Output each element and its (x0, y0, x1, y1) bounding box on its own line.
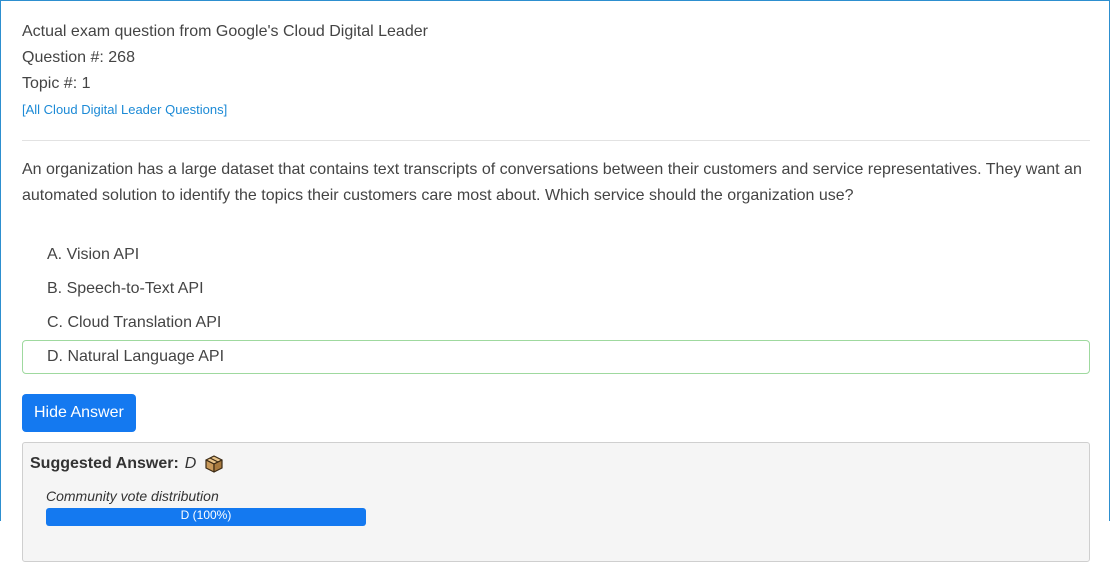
question-number: Question #: 268 (22, 49, 135, 66)
vote-distribution-title: Community vote distribution (46, 488, 219, 504)
choice-b[interactable]: B. Speech-to-Text API (22, 272, 1090, 306)
suggested-answer-label: Suggested Answer: (30, 455, 179, 472)
vote-distribution: Community vote distribution D (100%) (46, 487, 1082, 526)
suggested-answer-value: D (184, 455, 197, 472)
question-card: Actual exam question from Google's Cloud… (0, 0, 1110, 562)
hide-answer-button[interactable]: Hide Answer (22, 394, 136, 432)
choices-list: A. Vision API B. Speech-to-Text API C. C… (22, 238, 1090, 374)
divider (22, 140, 1090, 141)
vote-bar-fill: D (100%) (46, 508, 366, 526)
answer-panel: Suggested Answer: D Community vote distr… (22, 442, 1090, 562)
question-text: An organization has a large dataset that… (22, 161, 1082, 204)
suggested-answer: Suggested Answer: D (30, 453, 1082, 475)
all-questions-link[interactable]: [All Cloud Digital Leader Questions] (22, 97, 227, 123)
choice-a[interactable]: A. Vision API (22, 238, 1090, 272)
box-icon[interactable] (204, 454, 224, 474)
choice-c[interactable]: C. Cloud Translation API (22, 306, 1090, 340)
vote-bar: D (100%) (46, 508, 366, 526)
topic-number: Topic #: 1 (22, 75, 91, 92)
exam-title: Actual exam question from Google's Cloud… (22, 23, 428, 40)
choice-d[interactable]: D. Natural Language API (22, 340, 1090, 374)
question-content: Actual exam question from Google's Cloud… (22, 19, 1090, 562)
